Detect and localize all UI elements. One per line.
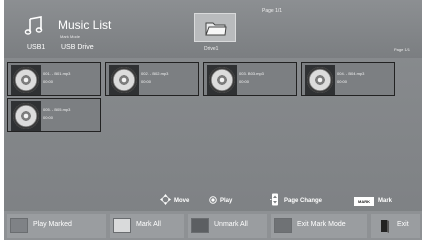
yellow-key-swatch: [191, 218, 209, 233]
music-note-icon: [24, 16, 43, 35]
page-title: Music List: [58, 18, 112, 32]
track-name: 004. - B04.mp3: [337, 71, 365, 76]
track-tile[interactable]: 003. B03.mp3 00:00: [203, 62, 297, 96]
current-folder[interactable]: [194, 13, 236, 42]
track-name: 005. - B05.mp3: [43, 107, 71, 112]
exit-mark-mode-button[interactable]: Exit Mark Mode: [271, 214, 367, 238]
hint-play: Play: [220, 198, 233, 204]
track-duration: 00:00: [141, 79, 152, 84]
green-key-swatch: [113, 218, 131, 233]
page-up-down-icon: [270, 193, 278, 206]
disc-icon: [13, 67, 39, 93]
track-tile[interactable]: 004. - B04.mp3 00:00: [301, 62, 395, 96]
disc-icon: [111, 67, 137, 93]
button-bar: Play Marked Mark All Unmark All Exit Mar…: [4, 211, 422, 240]
track-grid: 001. - B01.mp3 00:00 002. - B02.mp3 00:0…: [4, 59, 422, 189]
mode-label: Mark Mode: [60, 34, 81, 39]
track-duration: 00:00: [43, 115, 54, 120]
track-duration: 00:00: [239, 79, 250, 84]
header: Music List Mark Mode USB1 USB Drive Driv…: [4, 0, 422, 58]
track-tile[interactable]: 005. - B05.mp3 00:00: [7, 98, 101, 132]
hint-page-change: Page Change: [284, 198, 323, 204]
track-name: 003. B03.mp3: [239, 71, 264, 76]
disc-icon: [209, 67, 235, 93]
page-indicator-top: Page 1/1: [262, 8, 283, 14]
unmark-all-button[interactable]: Unmark All: [188, 214, 267, 238]
track-tile[interactable]: 002. - B02.mp3 00:00: [105, 62, 199, 96]
disc-icon: [307, 67, 333, 93]
blue-key-swatch: [274, 218, 292, 233]
exit-button[interactable]: Exit: [371, 214, 420, 238]
hint-move: Move: [174, 198, 190, 204]
music-list-screen: Music List Mark Mode USB1 USB Drive Driv…: [4, 0, 422, 240]
hint-mark: Mark: [378, 198, 393, 204]
breadcrumb-device[interactable]: USB1: [27, 44, 45, 51]
page-indicator-right: Page 1/1: [394, 47, 411, 52]
four-way-arrow-icon: [160, 194, 171, 205]
ok-button-icon: [209, 196, 217, 204]
track-name: 001. - B01.mp3: [43, 71, 71, 76]
breadcrumb-drive[interactable]: USB Drive: [61, 44, 94, 51]
play-marked-button[interactable]: Play Marked: [7, 214, 106, 238]
disc-icon: [13, 103, 39, 129]
track-name: 002. - B02.mp3: [141, 71, 169, 76]
track-tile[interactable]: 001. - B01.mp3 00:00: [7, 62, 101, 96]
track-duration: 00:00: [43, 79, 54, 84]
mark-all-button[interactable]: Mark All: [110, 214, 184, 238]
folder-label: Drive1: [204, 46, 219, 52]
track-duration: 00:00: [337, 79, 348, 84]
folder-icon: [205, 22, 227, 36]
mark-key-badge: MARK: [354, 197, 374, 206]
door-icon: [381, 220, 389, 233]
red-key-swatch: [10, 218, 28, 233]
